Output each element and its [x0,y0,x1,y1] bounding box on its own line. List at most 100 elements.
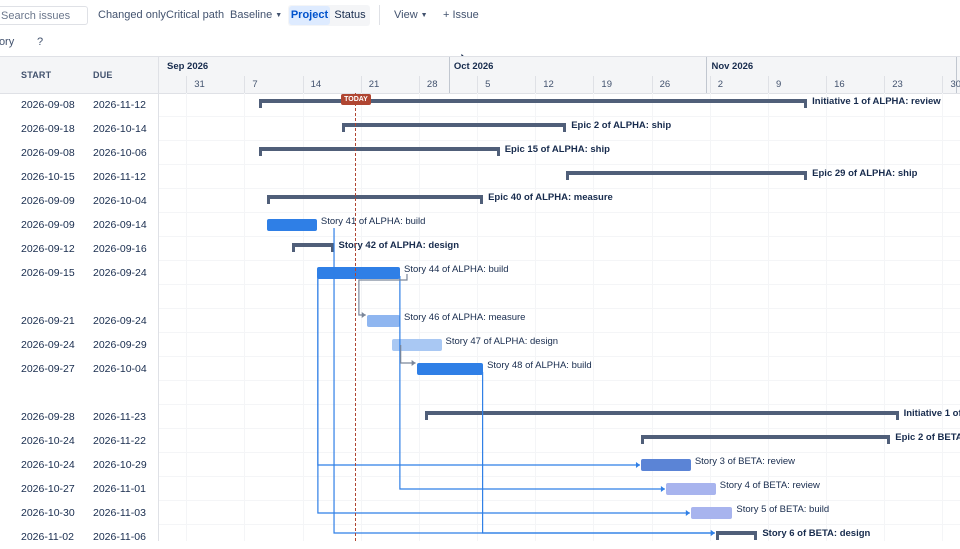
table-row[interactable]: 2026-10-24 2026-11-22 [0,429,158,453]
changed-only-toggle[interactable]: Changed only [98,6,166,25]
search-input[interactable] [0,6,88,25]
table-header: START DUE [0,57,158,94]
mode-segmented-control: Project Status [288,5,370,26]
week-separator [593,76,595,93]
week-separator [535,76,537,93]
arrowhead-icon [411,360,416,366]
add-issue-button[interactable]: + Issue [443,6,479,25]
week-tick-label: 9 [775,79,782,90]
week-tick-label: 23 [892,79,903,90]
month-label: Nov 2026 [711,61,754,72]
start-date-cell: 2026-09-08 [21,99,75,111]
week-tick-label: 28 [426,79,438,90]
start-date-cell: 2026-10-24 [21,435,75,447]
week-separator [767,76,769,93]
table-row[interactable]: 2026-11-02 2026-11-06 [0,525,158,549]
today-marker-line [355,93,357,541]
due-date-cell: 2026-10-04 [93,195,147,207]
due-date-cell: 2026-11-12 [93,171,146,183]
week-separator [651,76,653,93]
week-separator [418,76,420,93]
week-tick-label: 21 [368,79,380,90]
table-row[interactable]: 2026-09-28 2026-11-23 [0,405,158,429]
start-date-cell: 2026-09-15 [21,267,75,279]
arrowhead-icon [635,462,640,468]
dependency-link[interactable] [317,276,640,466]
due-date-cell: 2026-10-04 [93,363,147,375]
dependency-link[interactable] [333,228,715,534]
due-date-cell: 2026-11-01 [93,483,146,495]
table-row[interactable]: 2026-09-21 2026-09-24 [0,309,158,333]
week-tick-label: 26 [659,79,671,90]
column-header-start[interactable]: START [21,70,51,80]
week-separator [244,76,246,93]
table-row[interactable]: 2026-09-08 2026-10-06 [0,141,158,165]
table-row[interactable]: 2026-09-18 2026-10-14 [0,117,158,141]
view-dropdown[interactable]: View ▼ [394,6,428,25]
table-row[interactable]: 2026-09-08 2026-11-12 [0,93,158,117]
arrowhead-icon [660,486,665,492]
start-date-cell: 2026-10-27 [21,483,75,495]
dependency-link[interactable] [399,276,665,490]
table-row[interactable]: 2026-09-24 2026-09-29 [0,333,158,357]
week-separator [477,76,479,93]
week-tick-label: 5 [485,79,491,90]
start-date-cell: 2026-11-02 [21,531,74,543]
baseline-dropdown[interactable]: Baseline ▼ [230,6,282,25]
help-button[interactable]: ? [37,36,43,48]
start-date-cell: 2026-09-24 [21,339,75,351]
arrowhead-icon [685,510,690,516]
timeline-header: Sep 2026Oct 2026Nov 2026Dec 202631714212… [159,57,960,94]
due-date-cell: 2026-11-22 [93,435,146,447]
dependency-link[interactable] [317,276,690,514]
table-row[interactable]: 2026-10-30 2026-11-03 [0,501,158,525]
start-date-cell: 2026-09-12 [21,243,75,255]
mode-project-button[interactable]: Project [289,6,330,25]
history-label: History [0,36,15,48]
column-header-due[interactable]: DUE [93,70,113,80]
week-tick-label: 12 [543,79,554,90]
week-separator [884,76,886,93]
dependency-link[interactable] [482,372,715,534]
table-row[interactable]: 2026-09-27 2026-10-04 [0,357,158,381]
week-tick-label: 2 [717,79,724,90]
week-tick-label: 14 [310,79,322,90]
due-date-cell: 2026-09-29 [93,339,147,351]
table-row[interactable]: 2026-10-27 2026-11-01 [0,477,158,501]
mode-status-button[interactable]: Status [332,5,368,26]
week-separator [826,76,828,93]
history-link[interactable]: History [0,36,14,48]
due-date-cell: 2026-09-24 [93,267,147,279]
arrowhead-icon [361,312,366,318]
week-tick-label: 19 [601,79,612,90]
table-row[interactable]: 2026-10-24 2026-10-29 [0,453,158,477]
due-date-cell: 2026-09-14 [93,219,147,231]
issue-table: 2026-09-08 2026-11-12 2026-09-18 2026-10-14… [0,93,158,543]
start-date-cell: 2026-10-15 [21,171,75,183]
table-row[interactable]: 2026-09-09 2026-10-04 [0,189,158,213]
table-row[interactable]: 2026-09-09 2026-09-14 [0,213,158,237]
dependency-link[interactable] [400,345,416,364]
start-date-cell: 2026-09-09 [21,195,75,207]
due-date-cell: 2026-11-06 [93,531,146,543]
table-row[interactable]: 2026-10-15 2026-11-12 [0,165,158,189]
start-date-cell: 2026-10-30 [21,507,75,519]
month-separator [706,57,708,93]
due-date-cell: 2026-09-24 [93,315,147,327]
gantt-grid: START DUE Sep 2026Oct 2026Nov 2026Dec 20… [0,56,960,543]
baseline-label: Baseline [230,9,273,21]
arrowhead-icon [710,530,715,536]
due-date-cell: 2026-09-16 [93,243,147,255]
start-date-cell: 2026-09-21 [21,315,75,327]
view-label: View [394,9,418,21]
timeline-body: Initiative 1 of ALPHA: review Epic 2 of A… [159,93,960,541]
start-date-cell: 2026-10-24 [21,459,75,471]
critical-path-toggle[interactable]: Critical path [166,6,224,25]
start-date-cell: 2026-09-18 [21,123,75,135]
due-date-cell: 2026-11-03 [93,507,146,519]
week-tick-label: 7 [252,79,258,90]
table-row[interactable]: 2026-09-12 2026-09-16 [0,237,158,261]
week-tick-label: 16 [834,79,845,90]
table-row[interactable]: 2026-09-15 2026-09-24 [0,261,158,285]
toolbar-divider [379,5,380,25]
